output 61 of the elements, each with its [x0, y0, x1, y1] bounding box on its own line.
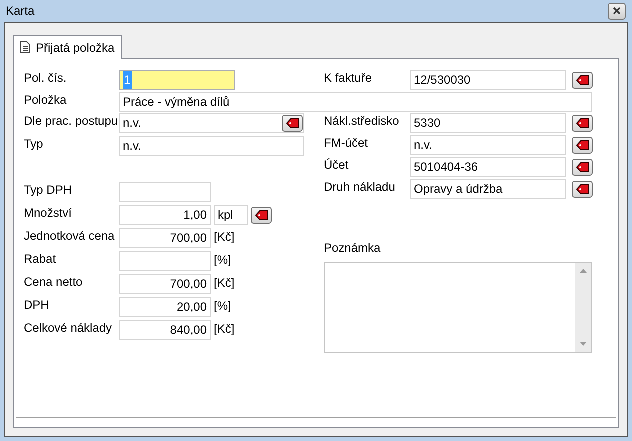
- note-field[interactable]: [324, 262, 592, 353]
- input-field[interactable]: Práce - výměna dílů: [119, 92, 592, 112]
- input-field[interactable]: 12/530030: [410, 70, 566, 90]
- field-label: Cena netto: [24, 274, 84, 290]
- input-field[interactable]: 700,00: [119, 274, 211, 294]
- field-label: Účet: [324, 157, 350, 173]
- field-label: FM-účet: [324, 135, 370, 151]
- field-label: DPH: [24, 297, 50, 313]
- close-icon: [613, 7, 621, 15]
- tag-icon: [576, 162, 590, 172]
- pick-button[interactable]: [572, 114, 593, 132]
- input-field[interactable]: 700,00: [119, 228, 211, 248]
- document-icon: [20, 41, 31, 54]
- input-field[interactable]: 1,00: [119, 205, 211, 225]
- pick-button[interactable]: [572, 180, 593, 198]
- pick-button[interactable]: [572, 136, 593, 154]
- field-label: Nákl.středisko: [324, 113, 400, 129]
- input-field[interactable]: 840,00: [119, 320, 211, 340]
- close-button[interactable]: [608, 2, 626, 20]
- input-field[interactable]: [119, 251, 211, 271]
- field-label: Druh nákladu: [324, 179, 396, 195]
- field-label: Celkové náklady: [24, 320, 114, 336]
- up-arrow-icon: [580, 269, 586, 273]
- tag-icon: [254, 210, 268, 220]
- window-title: Karta: [5, 3, 35, 20]
- note-label: Poznámka: [324, 240, 382, 257]
- tag-icon: [576, 74, 590, 86]
- input-field[interactable]: Opravy a údržba: [410, 179, 566, 199]
- tag-icon: [576, 184, 590, 194]
- field-label: Množství: [24, 205, 74, 221]
- pick-button[interactable]: [282, 114, 303, 132]
- input-field[interactable]: [119, 182, 211, 202]
- field-label: Typ DPH: [24, 182, 74, 198]
- input-field[interactable]: kpl: [214, 205, 248, 225]
- tag-icon: [286, 118, 300, 128]
- input-field[interactable]: n.v.: [119, 136, 304, 156]
- input-field[interactable]: n.v.: [410, 135, 566, 155]
- field-label: Jednotková cena: [24, 228, 116, 244]
- unit-label: [%]: [214, 298, 232, 315]
- field-label: Typ: [24, 136, 44, 152]
- scrollbar[interactable]: [575, 263, 591, 352]
- field-label: Pol. čís.: [24, 70, 68, 86]
- field-label: Dle prac. postupu: [24, 113, 119, 129]
- tab[interactable]: Přijatá položka: [13, 35, 122, 59]
- down-arrow-icon: [580, 342, 586, 346]
- pick-button[interactable]: [572, 158, 593, 176]
- pick-button[interactable]: [251, 206, 272, 224]
- field-label: Položka: [24, 92, 68, 108]
- pick-button[interactable]: [572, 72, 593, 88]
- unit-label: [Kč]: [214, 275, 235, 292]
- tag-icon: [576, 118, 590, 128]
- field-label: Rabat: [24, 251, 58, 267]
- unit-label: [Kč]: [214, 229, 235, 246]
- unit-label: [%]: [214, 252, 232, 269]
- input-field[interactable]: 5330: [410, 113, 566, 133]
- field-label: K faktuře: [324, 70, 374, 86]
- tag-icon: [576, 140, 590, 150]
- input-field[interactable]: 5010404-36: [410, 157, 566, 177]
- input-field[interactable]: 20,00: [119, 297, 211, 317]
- input-field[interactable]: n.v.: [119, 113, 304, 133]
- unit-label: [Kč]: [214, 321, 235, 338]
